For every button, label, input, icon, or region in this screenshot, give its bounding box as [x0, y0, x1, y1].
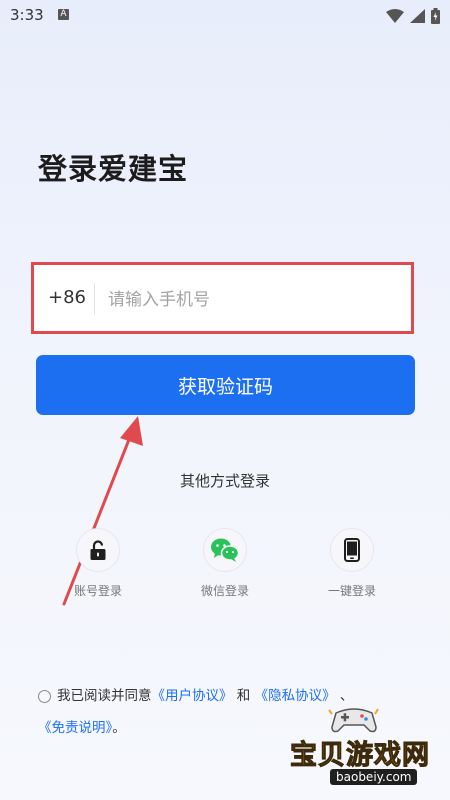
signal-icon: [410, 9, 425, 23]
agreement-radio[interactable]: [38, 690, 51, 703]
account-login-circle[interactable]: [76, 528, 120, 572]
agreement-and: 和: [236, 688, 251, 704]
gamepad-logo-icon: [328, 708, 379, 733]
other-methods: 账号登录 微信登录 一键登录: [0, 528, 450, 608]
other-methods-title: 其他方式登录: [179, 472, 270, 490]
one-click-login-circle[interactable]: [330, 528, 374, 572]
battery-icon: [431, 8, 440, 24]
wechat-login-circle[interactable]: [203, 528, 247, 572]
agreement-period: 。: [112, 720, 126, 736]
status-bar: 3:33 A: [0, 0, 450, 32]
phone-input[interactable]: [106, 277, 400, 323]
watermark-name: 宝贝游戏网: [290, 740, 430, 772]
one-click-login-label: 一键登录: [327, 584, 376, 598]
phone-icon: [344, 538, 360, 562]
account-login-option[interactable]: 账号登录: [53, 528, 143, 599]
account-login-label: 账号登录: [73, 584, 122, 598]
page-title: 登录爱建宝: [38, 152, 189, 186]
agreement-prefix: 我已阅读并同意: [57, 688, 152, 704]
watermark-url: baobeiy.com: [330, 769, 418, 785]
notification-icon: A: [58, 9, 69, 20]
lock-icon: [90, 540, 106, 560]
user-agreement-link[interactable]: 《用户协议》: [152, 688, 233, 704]
country-code-selector[interactable]: +86: [48, 267, 86, 329]
agreement-separator: 、: [339, 688, 354, 704]
status-icons: [386, 7, 440, 25]
wechat-icon: [211, 538, 240, 562]
wifi-icon: [386, 9, 404, 23]
get-code-button[interactable]: 获取验证码: [36, 355, 415, 415]
country-code-divider: [94, 283, 95, 315]
watermark: 宝贝游戏网 baobeiy.com: [290, 705, 440, 790]
status-time: 3:33: [10, 6, 44, 24]
wechat-login-label: 微信登录: [200, 584, 249, 598]
phone-input-container: +86: [36, 267, 409, 329]
privacy-agreement-link[interactable]: 《隐私协议》: [255, 688, 336, 704]
one-click-login-option[interactable]: 一键登录: [307, 528, 397, 599]
disclaimer-link[interactable]: 《免责说明》: [38, 720, 112, 736]
wechat-login-option[interactable]: 微信登录: [180, 528, 270, 599]
phone-input-highlight: +86: [31, 262, 414, 334]
